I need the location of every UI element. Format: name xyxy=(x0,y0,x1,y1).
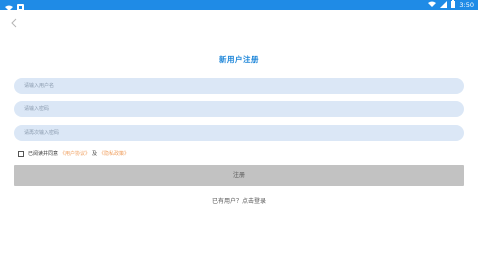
wifi-icon xyxy=(428,1,437,9)
username-input[interactable] xyxy=(14,78,464,94)
password-input[interactable] xyxy=(14,101,464,117)
agreement-checkbox[interactable] xyxy=(18,150,24,157)
confirm-password-input[interactable] xyxy=(14,125,464,141)
battery-icon xyxy=(451,0,456,10)
status-time: 3:50 xyxy=(459,1,474,9)
back-button[interactable] xyxy=(9,18,19,30)
user-agreement-link[interactable]: 《用户协议》 xyxy=(60,150,90,157)
agreement-row: 已阅读并同意 《用户协议》 及 《隐私政策》 xyxy=(18,149,131,158)
status-left xyxy=(5,1,24,11)
status-right: 3:50 xyxy=(428,0,474,10)
signal-icon xyxy=(440,0,448,10)
status-bar: 3:50 xyxy=(0,0,478,11)
notification-square-icon xyxy=(17,0,24,15)
register-button[interactable]: 注册 xyxy=(14,165,464,186)
agreement-and: 及 xyxy=(92,151,98,157)
agreement-prefix: 已阅读并同意 xyxy=(28,151,59,157)
page-title: 新用户注册 xyxy=(219,55,259,64)
wifi-small-icon xyxy=(5,0,13,15)
privacy-policy-link[interactable]: 《隐私政策》 xyxy=(99,150,129,157)
login-link[interactable]: 已有用户？点击登录 xyxy=(0,196,478,205)
chevron-left-icon xyxy=(11,17,17,31)
